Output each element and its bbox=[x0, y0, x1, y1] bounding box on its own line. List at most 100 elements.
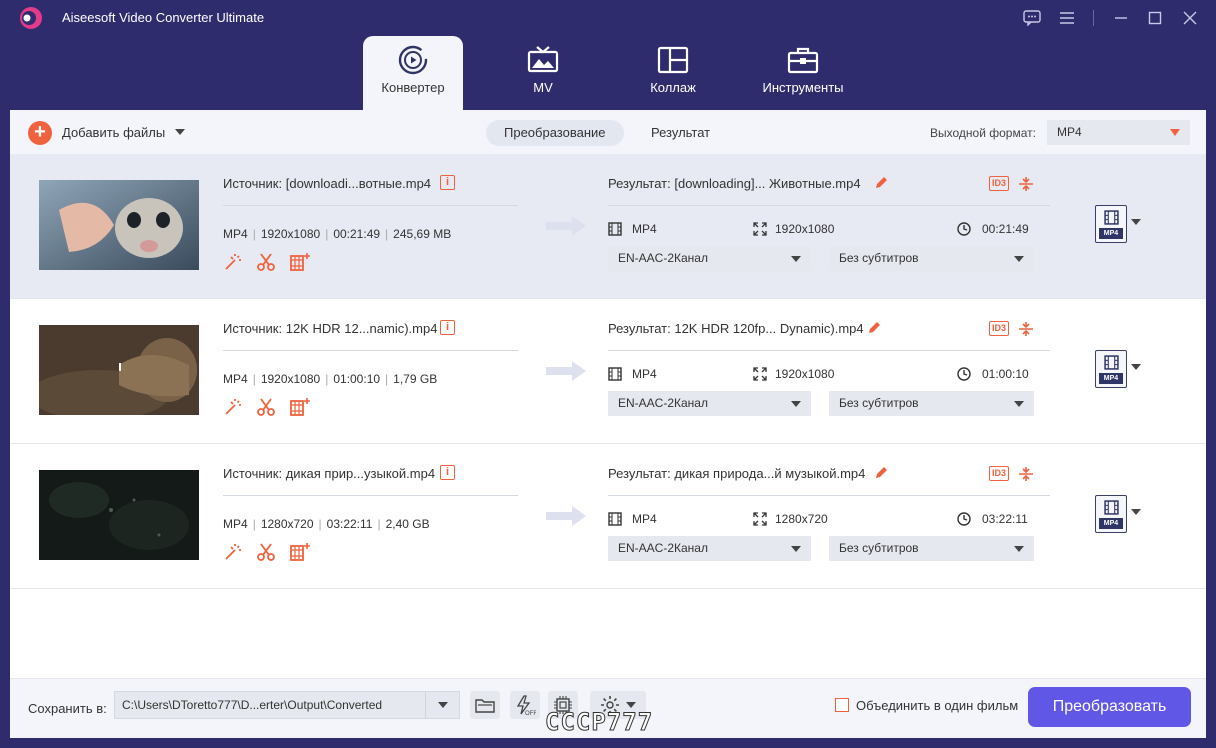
lightning-off-icon: OFF bbox=[516, 695, 536, 716]
info-icon[interactable]: i bbox=[440, 175, 455, 190]
convert-all-button[interactable]: Преобразовать bbox=[1028, 687, 1191, 727]
subtitle-select[interactable]: Без субтитров bbox=[829, 246, 1034, 271]
film-icon bbox=[608, 367, 622, 381]
chevron-down-icon bbox=[438, 702, 448, 708]
save-to-label: Сохранить в: bbox=[28, 701, 107, 716]
compress-icon[interactable] bbox=[1018, 176, 1034, 192]
scissors-icon[interactable] bbox=[256, 252, 276, 272]
chat-icon bbox=[1023, 10, 1041, 26]
tab-mv-label: MV bbox=[533, 80, 553, 95]
chevron-down-icon bbox=[1014, 401, 1024, 407]
video-thumbnail[interactable] bbox=[39, 180, 199, 270]
format-dropdown-icon[interactable] bbox=[1131, 509, 1141, 515]
id3-icon[interactable]: ID3 bbox=[989, 321, 1009, 336]
file-row[interactable]: Источник: 12K HDR 12...namic).mp4 i MP4 |… bbox=[10, 299, 1206, 444]
output-resolution-info: 1920x1080 bbox=[753, 367, 834, 381]
tab-converted[interactable]: Результат bbox=[633, 120, 728, 146]
tab-tools[interactable]: Инструменты bbox=[753, 36, 853, 110]
info-icon[interactable]: i bbox=[440, 465, 455, 480]
minimize-button[interactable] bbox=[1106, 4, 1136, 32]
clock-icon bbox=[957, 222, 971, 236]
toolbox-icon bbox=[787, 47, 819, 74]
feedback-button[interactable] bbox=[1017, 4, 1047, 32]
menu-button[interactable] bbox=[1052, 4, 1082, 32]
convert-arrow-icon bbox=[546, 216, 586, 236]
output-format-info: MP4 bbox=[608, 367, 657, 381]
output-format-value: MP4 bbox=[1057, 125, 1082, 139]
output-resolution: 1920x1080 bbox=[775, 367, 835, 381]
format-badge-label: MP4 bbox=[1099, 373, 1123, 384]
enhance-icon[interactable] bbox=[289, 542, 311, 562]
folder-icon bbox=[475, 699, 495, 713]
add-files-button[interactable]: Добавить файлы bbox=[62, 125, 165, 140]
converter-panel: + Добавить файлы Преобразование Результа… bbox=[10, 110, 1206, 738]
output-resolution: 1280x720 bbox=[775, 512, 828, 526]
audio-track-select[interactable]: EN-AAC-2Канал bbox=[608, 391, 811, 416]
file-row[interactable]: Источник: [downloadi...вотные.mp4 i MP4 |… bbox=[10, 154, 1206, 299]
video-thumbnail[interactable] bbox=[39, 470, 199, 560]
tab-tools-label: Инструменты bbox=[762, 80, 844, 95]
file-row[interactable]: Источник: дикая прир...узыкой.mp4 i MP4 |… bbox=[10, 444, 1206, 589]
magic-wand-icon[interactable] bbox=[223, 542, 243, 562]
app-title: Aiseesoft Video Converter Ultimate bbox=[62, 10, 265, 25]
output-format-select[interactable]: MP4 bbox=[1047, 120, 1190, 145]
output-resolution-info: 1920x1080 bbox=[753, 222, 834, 236]
add-files-dropdown-icon[interactable] bbox=[175, 129, 185, 135]
audio-track-select[interactable]: EN-AAC-2Канал bbox=[608, 536, 811, 561]
enhance-icon[interactable] bbox=[289, 252, 311, 272]
magic-wand-icon[interactable] bbox=[223, 397, 243, 417]
svg-text:OFF: OFF bbox=[525, 711, 536, 716]
format-badge-button[interactable]: MP4 bbox=[1095, 205, 1127, 243]
format-dropdown-icon[interactable] bbox=[1131, 219, 1141, 225]
output-duration: 03:22:11 bbox=[982, 512, 1028, 526]
result-filename: Результат: дикая природа...й музыкой.mp4 bbox=[608, 466, 866, 481]
divider bbox=[223, 495, 518, 496]
video-thumbnail[interactable] bbox=[39, 325, 199, 415]
tab-converting[interactable]: Преобразование bbox=[486, 120, 624, 146]
chevron-down-icon bbox=[791, 401, 801, 407]
edit-name-icon[interactable] bbox=[867, 321, 881, 335]
merge-label[interactable]: Объединить в один фильм bbox=[856, 698, 1018, 713]
add-files-icon[interactable]: + bbox=[28, 121, 52, 145]
tab-mv[interactable]: MV bbox=[493, 36, 593, 110]
hardware-accel-button[interactable]: OFF bbox=[510, 691, 540, 719]
format-badge-button[interactable]: MP4 bbox=[1095, 350, 1127, 388]
output-format: MP4 bbox=[632, 222, 657, 236]
compress-icon[interactable] bbox=[1018, 321, 1034, 337]
merge-checkbox[interactable] bbox=[835, 698, 849, 712]
subtitle-select[interactable]: Без субтитров bbox=[829, 536, 1034, 561]
tab-converter[interactable]: Конвертер bbox=[363, 36, 463, 110]
source-size: 1,79 GB bbox=[393, 372, 438, 386]
format-dropdown-icon[interactable] bbox=[1131, 364, 1141, 370]
scissors-icon[interactable] bbox=[256, 397, 276, 417]
format-badge-button[interactable]: MP4 bbox=[1095, 495, 1127, 533]
source-filename: Источник: [downloadi...вотные.mp4 bbox=[223, 176, 432, 191]
enhance-icon[interactable] bbox=[289, 397, 311, 417]
scissors-icon[interactable] bbox=[256, 542, 276, 562]
subtitle-select[interactable]: Без субтитров bbox=[829, 391, 1034, 416]
open-folder-button[interactable] bbox=[470, 691, 500, 719]
source-format: MP4 bbox=[223, 227, 248, 241]
compress-icon[interactable] bbox=[1018, 466, 1034, 482]
output-path-dropdown[interactable] bbox=[425, 692, 459, 718]
magic-wand-icon[interactable] bbox=[223, 252, 243, 272]
close-button[interactable] bbox=[1175, 4, 1205, 32]
source-resolution: 1280x720 bbox=[260, 517, 314, 531]
id3-icon[interactable]: ID3 bbox=[989, 466, 1009, 481]
edit-name-icon[interactable] bbox=[874, 466, 888, 480]
output-format-label: Выходной формат: bbox=[930, 126, 1036, 140]
output-duration-info: 03:22:11 bbox=[957, 512, 1028, 526]
info-icon[interactable]: i bbox=[440, 320, 455, 335]
maximize-button[interactable] bbox=[1140, 4, 1170, 32]
title-bar: Aiseesoft Video Converter Ultimate bbox=[0, 0, 1216, 36]
film-icon bbox=[1104, 210, 1119, 225]
tab-collage[interactable]: Коллаж bbox=[623, 36, 723, 110]
output-path-field[interactable]: C:\Users\DToretto777\D...erter\Output\Co… bbox=[114, 691, 460, 719]
chevron-down-icon bbox=[791, 256, 801, 262]
id3-icon[interactable]: ID3 bbox=[989, 176, 1009, 191]
divider bbox=[608, 350, 1050, 351]
tab-converter-label: Конвертер bbox=[381, 80, 445, 95]
chevron-down-icon bbox=[1014, 256, 1024, 262]
audio-track-select[interactable]: EN-AAC-2Канал bbox=[608, 246, 811, 271]
edit-name-icon[interactable] bbox=[874, 176, 888, 190]
